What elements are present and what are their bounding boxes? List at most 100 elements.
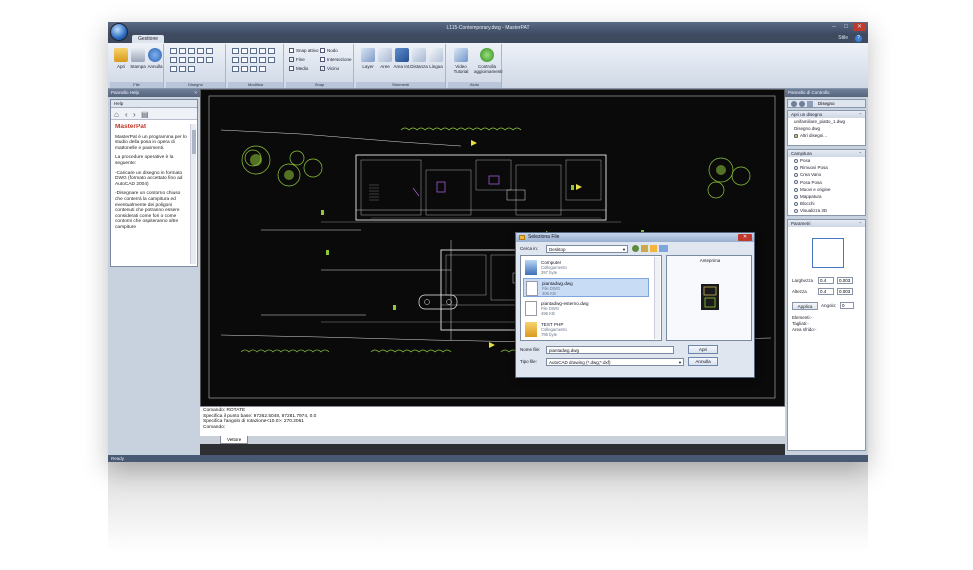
width-joint-input[interactable]: 0.003 [837, 277, 853, 284]
undo-button[interactable]: Annulla [145, 48, 165, 78]
line-tool-icon[interactable] [170, 48, 177, 54]
filetype-select[interactable]: AutoCAD drawing (*.dwg;*.dxf) ▼ [546, 358, 684, 366]
scrollbar-thumb[interactable] [192, 130, 196, 154]
array-tool-icon[interactable] [250, 66, 257, 72]
angle-input[interactable]: 0 [840, 302, 854, 309]
video-tutorial-button[interactable]: Video Tutorial [450, 48, 472, 78]
trim-tool-icon[interactable] [232, 57, 239, 63]
fill-item-posa-posa[interactable]: Posa Posa [788, 179, 865, 186]
rectangle-tool-icon[interactable] [179, 48, 186, 54]
application-menu-button[interactable] [110, 23, 128, 41]
fill-item-remove[interactable]: Rimuovi Posa [788, 164, 865, 171]
move-tool-icon[interactable] [232, 48, 239, 54]
dimension-tool-icon[interactable] [197, 57, 204, 63]
explode-tool-icon[interactable] [268, 57, 275, 63]
stretch-tool-icon[interactable] [259, 66, 266, 72]
height-input[interactable]: 0.4 [818, 288, 834, 295]
doc-tab-vettore[interactable]: Vettore [220, 436, 249, 444]
snap-near-checkbox[interactable]: ✓ Vicino [320, 65, 339, 72]
chamfer-tool-icon[interactable] [241, 66, 248, 72]
other-drawings-item[interactable]: Altri disegni... [788, 132, 865, 139]
recent-file-item[interactable]: Disegno.dwg [788, 125, 865, 132]
file-list-scrollbar[interactable] [654, 257, 660, 339]
erase-tool-icon[interactable] [259, 57, 266, 63]
tab-gestione[interactable]: Gestione [132, 35, 165, 43]
fill-item-mapping[interactable]: Mappatura [788, 193, 865, 200]
recent-file-item[interactable]: unifamiliare_piatto_1.dwg [788, 118, 865, 125]
polygon-tool-icon[interactable] [170, 57, 177, 63]
file-item[interactable]: Computer Collegamento 397 byte [523, 258, 649, 277]
up-folder-icon[interactable] [641, 245, 648, 252]
home-icon[interactable]: ⌂ [114, 110, 119, 119]
help-scrollbar[interactable] [190, 124, 196, 264]
distance-icon [412, 48, 426, 62]
language-button[interactable]: Lingua [426, 48, 446, 78]
back-icon[interactable]: ‹ [125, 110, 128, 119]
apply-button[interactable]: Applica [792, 302, 818, 310]
close-icon[interactable]: × [194, 89, 197, 97]
fillet-tool-icon[interactable] [232, 66, 239, 72]
mode-select[interactable]: Disegno [818, 101, 858, 107]
spline-tool-icon[interactable] [170, 66, 177, 72]
fill-item-posa[interactable]: Posa [788, 157, 865, 164]
offset-tool-icon[interactable] [250, 57, 257, 63]
back-icon[interactable] [791, 101, 797, 107]
snap-intersection-checkbox[interactable]: Intersezione [320, 56, 352, 63]
snap-mid-checkbox[interactable]: Medio [289, 65, 308, 72]
section-header[interactable]: Apri un disegno ⌃ [788, 111, 865, 118]
window-reflection [108, 462, 868, 552]
minimize-button[interactable]: – [828, 23, 840, 31]
circle-tool-icon[interactable] [188, 48, 195, 54]
hatch-tool-icon[interactable] [188, 57, 195, 63]
help-icon[interactable]: ? [855, 35, 862, 42]
back-icon[interactable] [632, 245, 639, 252]
ellipse-tool-icon[interactable] [179, 66, 186, 72]
forward-icon[interactable]: › [133, 110, 136, 119]
check-updates-button[interactable]: Controlla aggiornamenti [474, 48, 503, 78]
ribbon-group-label: Snap [286, 82, 353, 88]
height-joint-input[interactable]: 0.003 [837, 288, 853, 295]
file-item[interactable]: piantadwg-esterno.dwg File DWG 496 KB [523, 299, 649, 318]
look-in-select[interactable]: Desktop ▼ [546, 245, 628, 253]
file-item-selected[interactable]: piantadwg.dwg File DWG 406 KB [523, 278, 649, 297]
section-header[interactable]: Parametri ⌃ [788, 220, 865, 227]
section-header[interactable]: Campitura ⌃ [788, 150, 865, 157]
fill-item-blocks[interactable]: Blocchi [788, 200, 865, 207]
forward-icon[interactable] [799, 101, 805, 107]
open-button[interactable]: Apri [688, 345, 718, 354]
tile-icon [794, 173, 798, 178]
cancel-button[interactable]: Annulla [688, 357, 718, 366]
new-folder-icon[interactable] [650, 245, 657, 252]
view-menu-icon[interactable] [659, 245, 668, 252]
file-item[interactable]: TEST PHP Collegamento 786 byte [523, 320, 649, 339]
style-menu[interactable]: Stile [838, 35, 848, 41]
text-tool-icon[interactable] [179, 57, 186, 63]
copy-tool-icon[interactable] [241, 48, 248, 54]
mirror-tool-icon[interactable] [268, 48, 275, 54]
dialog-close-button[interactable]: ✕ [738, 234, 752, 241]
tile-icon [794, 166, 798, 170]
rotate-tool-icon[interactable] [250, 48, 257, 54]
width-input[interactable]: 0.4 [818, 277, 834, 284]
point-tool-icon[interactable] [206, 57, 213, 63]
fill-item-vano[interactable]: Crea Vano [788, 171, 865, 178]
ribbon-group-file: Apri Stampa Annulla File [110, 44, 164, 88]
snap-node-checkbox[interactable]: Nodo [320, 47, 338, 54]
print-icon[interactable]: ▤ [141, 110, 149, 119]
fill-item-origin[interactable]: Muovi e origine [788, 186, 865, 193]
maximize-button[interactable]: □ [840, 23, 852, 31]
snap-active-checkbox[interactable]: Snap attivo [289, 47, 319, 54]
refresh-icon[interactable] [807, 101, 813, 107]
scale-tool-icon[interactable] [259, 48, 266, 54]
filename-input[interactable]: piantadwg.dwg [546, 346, 674, 354]
polyline-tool-icon[interactable] [206, 48, 213, 54]
look-in-label: Cerca in: [520, 246, 539, 251]
close-button[interactable]: ✕ [853, 23, 866, 31]
fill-item-3d[interactable]: Visualizza 3D [788, 207, 865, 214]
arc-tool-icon[interactable] [197, 48, 204, 54]
command-line[interactable]: Comando: ROTATE Specifica il punto base:… [200, 406, 785, 436]
command-line-text: Comando: [203, 424, 226, 430]
extend-tool-icon[interactable] [241, 57, 248, 63]
snap-end-checkbox[interactable]: ✓ Fine [289, 56, 305, 63]
block-tool-icon[interactable] [188, 66, 195, 72]
